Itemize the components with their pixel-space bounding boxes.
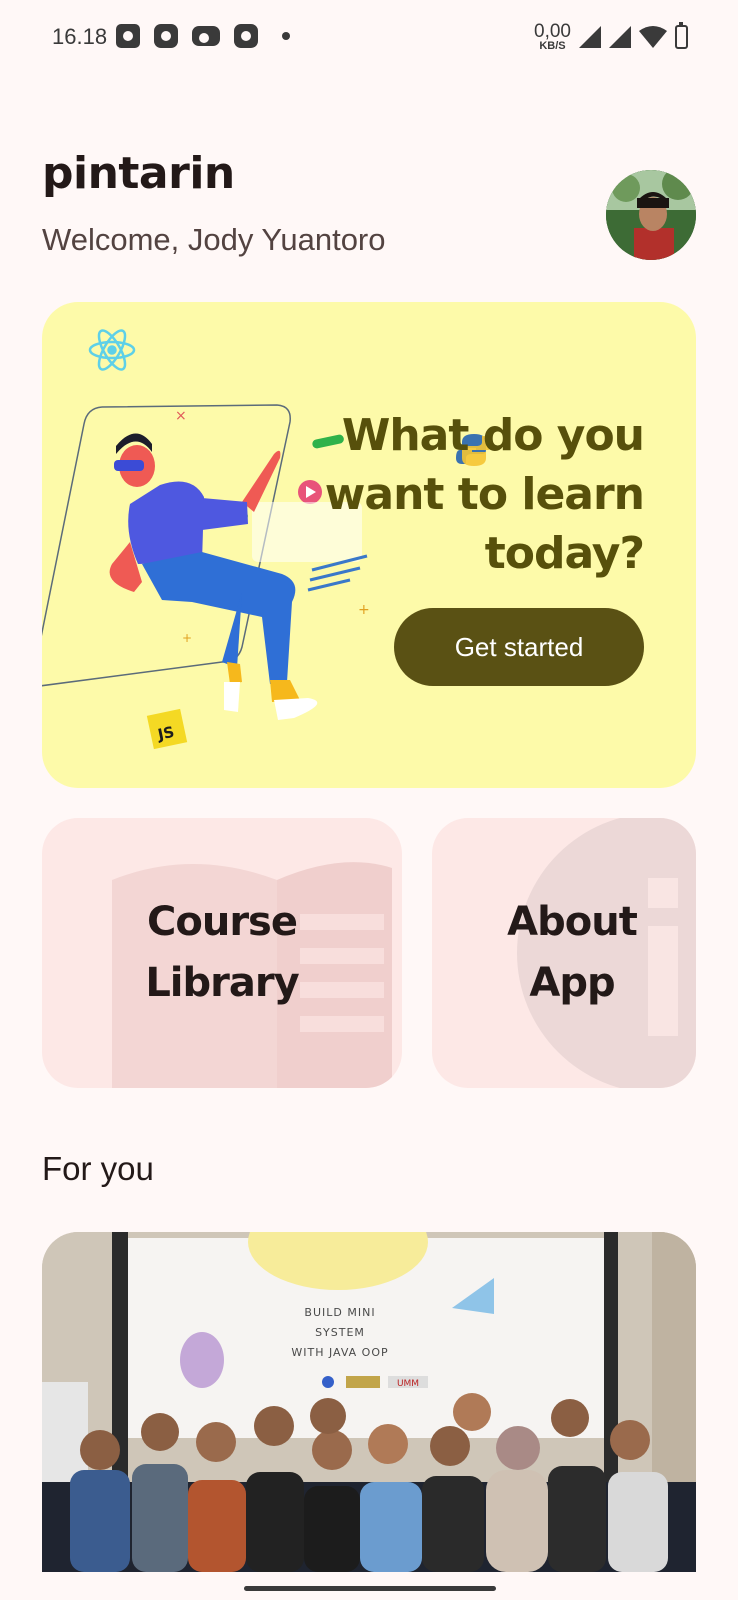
svg-text:×: × [175, 408, 187, 424]
get-started-button[interactable]: Get started [394, 608, 644, 686]
svg-text:+: + [358, 602, 370, 618]
notification-icons [116, 24, 290, 48]
youtube-icon [192, 26, 220, 46]
home-indicator[interactable] [244, 1586, 496, 1591]
tokopedia-icon [234, 24, 258, 48]
tile-label-line: About [507, 899, 638, 945]
js-badge-label: JS [155, 723, 176, 744]
tile-label-line: Course [147, 899, 298, 945]
network-speed-unit: KB/S [539, 40, 566, 52]
for-you-title: For you [42, 1150, 154, 1187]
tile-label-line: Library [145, 960, 299, 1006]
avatar-photo [606, 170, 696, 260]
course-library-label: Course Library [42, 892, 402, 1014]
status-bar: 16.18 0,00 KB/S [0, 0, 738, 74]
banner-line: WITH JAVA OOP [291, 1346, 388, 1359]
network-speed-value: 0,00 [534, 21, 571, 42]
signal-icon [579, 26, 601, 48]
instagram-icon [154, 24, 178, 48]
welcome-text: Welcome, Jody Yuantoro [42, 222, 386, 257]
hero-title-line: today? [484, 528, 645, 579]
course-library-tile[interactable]: Course Library [42, 818, 402, 1088]
status-time: 16.18 [52, 24, 108, 49]
shopee-icon [116, 24, 140, 48]
svg-text:+: + [182, 631, 192, 645]
hero-title: What do you want to learn today? [284, 406, 645, 583]
banner-logo: UMM [397, 1379, 419, 1389]
banner-line: BUILD MINI [304, 1306, 375, 1319]
about-app-label: About App [452, 892, 692, 1014]
hero-title-line: want to learn [324, 469, 645, 520]
banner-line: SYSTEM [315, 1326, 365, 1339]
system-icons: 0,00 KB/S [534, 22, 688, 52]
for-you-card[interactable]: BUILD MINI SYSTEM WITH JAVA OOP UMM [42, 1232, 696, 1572]
tile-label-line: App [529, 960, 615, 1006]
network-speed: 0,00 KB/S [534, 22, 571, 52]
signal-icon [609, 26, 631, 48]
notification-dot [282, 32, 290, 40]
hero-title-line: What do you [341, 410, 645, 461]
react-icon [88, 329, 136, 371]
avatar[interactable] [606, 170, 696, 260]
wifi-icon [639, 26, 667, 48]
app-title: pintarin [42, 148, 235, 199]
group-photo: BUILD MINI SYSTEM WITH JAVA OOP UMM [42, 1232, 696, 1572]
battery-charging-icon [675, 22, 688, 49]
about-app-tile[interactable]: About App [432, 818, 696, 1088]
hero-card: × + + JS What do you want to learn today… [42, 302, 696, 788]
